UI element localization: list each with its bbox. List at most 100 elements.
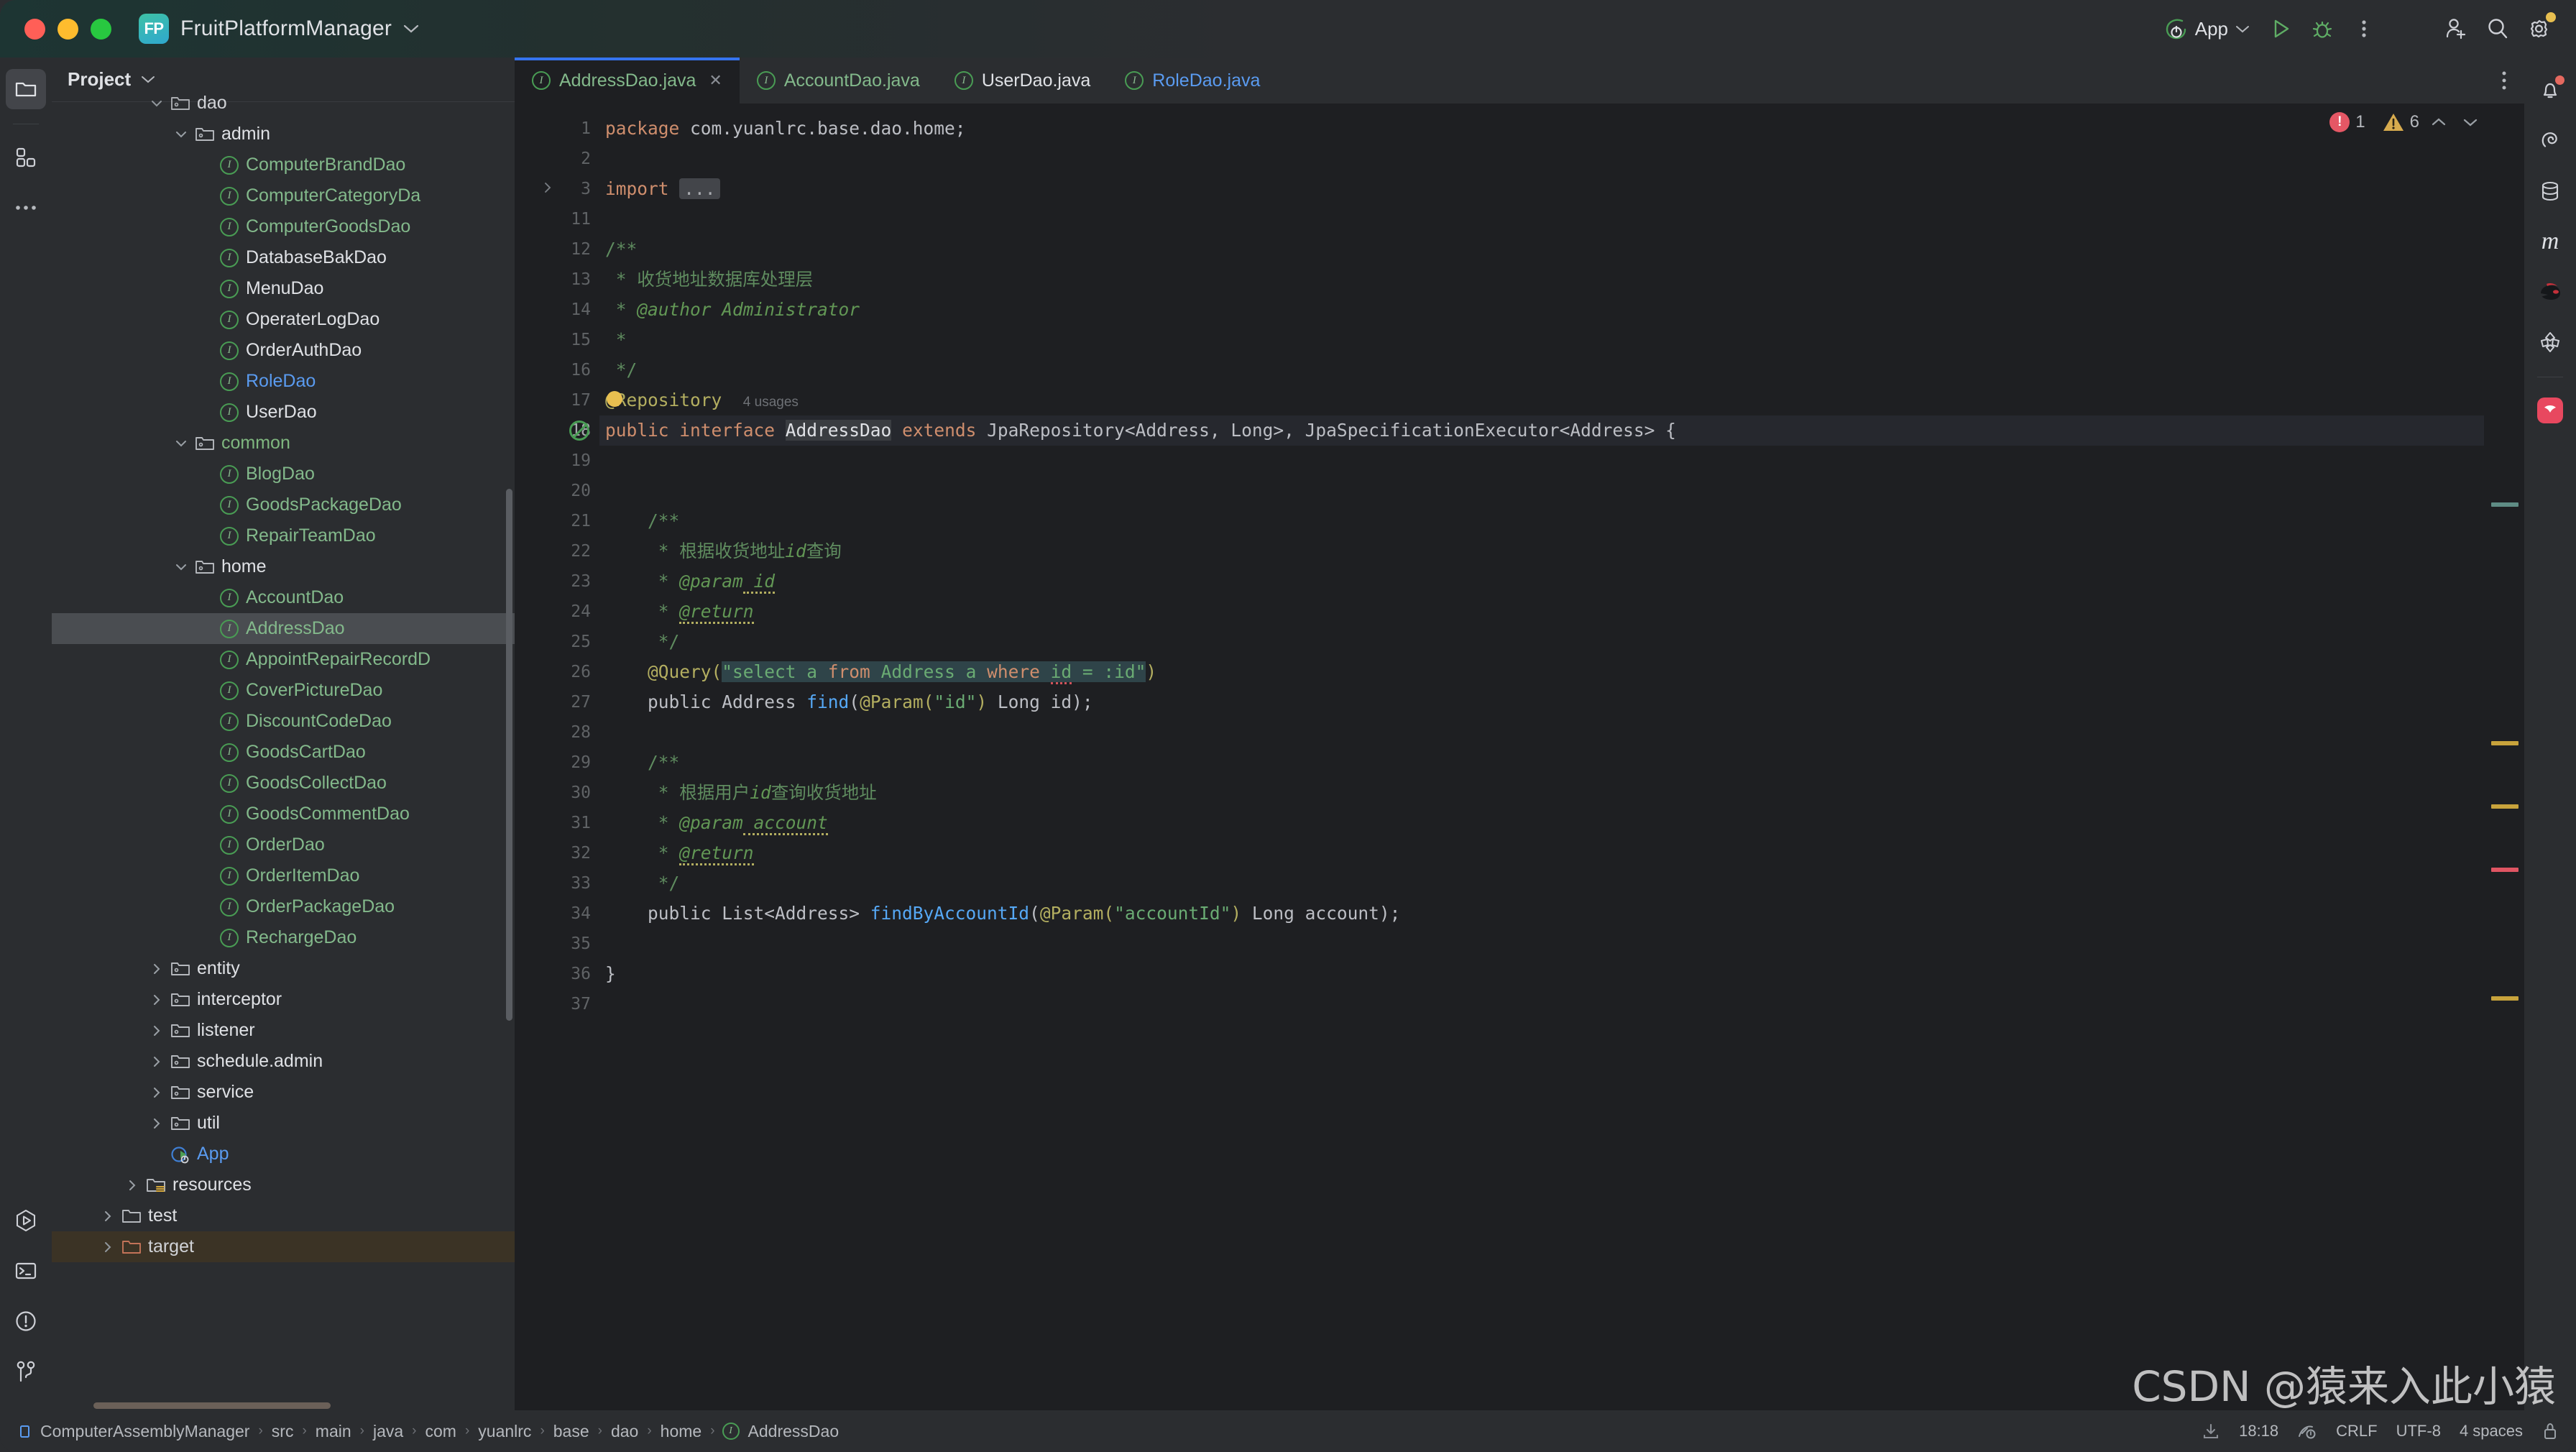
intention-bulb-icon[interactable] (607, 391, 622, 407)
line-number[interactable]: 23 (515, 566, 599, 597)
code-line[interactable] (599, 446, 2484, 476)
code-line[interactable]: * 根据收货地址id查询 (599, 536, 2484, 566)
tree-item-orderauthdao[interactable]: I OrderAuthDao (52, 335, 515, 366)
search-icon[interactable] (2477, 8, 2518, 50)
warning-badge[interactable]: 6 (2383, 112, 2419, 132)
tree-item-discountcodedao[interactable]: I DiscountCodeDao (52, 706, 515, 737)
close-window-button[interactable] (24, 18, 45, 40)
sidebar-item-version-control[interactable] (6, 1351, 46, 1392)
tree-item-target[interactable]: target (52, 1231, 515, 1262)
error-badge[interactable]: ! 1 (2329, 112, 2365, 132)
code-line[interactable]: public List<Address> findByAccountId(@Pa… (599, 899, 2484, 929)
project-tree[interactable]: dao admin I ComputerBrandDao I ComputerCatego… (52, 86, 515, 1410)
line-number[interactable]: 25 (515, 627, 599, 657)
code-line[interactable]: package com.yuanlrc.base.dao.home; (599, 114, 2484, 144)
code-line[interactable]: */ (599, 627, 2484, 657)
chevron-up-icon[interactable] (2426, 117, 2451, 127)
line-number[interactable]: 24 (515, 597, 599, 627)
tab-actions[interactable] (2501, 58, 2524, 104)
tree-item-resources[interactable]: resources (52, 1170, 515, 1200)
file-encoding[interactable]: UTF-8 (2396, 1422, 2441, 1440)
code-line[interactable]: */ (599, 868, 2484, 899)
code-line[interactable]: @Query("select a from Address a where id… (599, 657, 2484, 687)
tree-item-goodscollectdao[interactable]: I GoodsCollectDao (52, 768, 515, 799)
tree-item-computergoodsdao[interactable]: I ComputerGoodsDao (52, 211, 515, 242)
inspection-widget[interactable]: ! 1 6 (2329, 112, 2483, 132)
code-content[interactable]: package com.yuanlrc.base.dao.home; impor… (599, 104, 2484, 1410)
breadcrumb-item[interactable]: com (423, 1422, 459, 1441)
code-line[interactable] (599, 717, 2484, 748)
code-line[interactable]: public interface AddressDao extends JpaR… (599, 415, 2484, 446)
sidebar-item-problems[interactable] (6, 1301, 46, 1341)
code-line[interactable]: /** (599, 506, 2484, 536)
code-line[interactable]: */ (599, 355, 2484, 385)
fold-expand-icon[interactable] (542, 181, 553, 194)
tree-item-menudao[interactable]: I MenuDao (52, 273, 515, 304)
line-number[interactable]: 15 (515, 325, 599, 355)
code-line[interactable] (599, 144, 2484, 174)
tree-item-orderpackagedao[interactable]: I OrderPackageDao (52, 891, 515, 922)
tree-item-computercategoryda[interactable]: I ComputerCategoryDa (52, 180, 515, 211)
breadcrumb-item[interactable]: ComputerAssemblyManager (37, 1422, 252, 1441)
chevron-down-icon[interactable] (141, 75, 155, 84)
tree-item-repairteamdao[interactable]: I RepairTeamDao (52, 520, 515, 551)
tree-item-interceptor[interactable]: interceptor (52, 984, 515, 1015)
tree-item-appointrepairrecordd[interactable]: I AppointRepairRecordD (52, 644, 515, 675)
breadcrumb[interactable]: ComputerAssemblyManager › src › main › java › co… (17, 1422, 842, 1441)
chevron-down-icon[interactable] (403, 24, 419, 34)
code-line[interactable]: * (599, 325, 2484, 355)
breadcrumb-item[interactable]: java (370, 1422, 406, 1441)
line-number[interactable]: 1 (515, 114, 599, 144)
tree-item-orderdao[interactable]: I OrderDao (52, 830, 515, 860)
run-button[interactable] (2260, 8, 2301, 50)
line-number[interactable]: 13 (515, 265, 599, 295)
tree-item-test[interactable]: test (52, 1200, 515, 1231)
breadcrumb-item[interactable]: home (658, 1422, 705, 1441)
editor-tab-accountdao[interactable]: I AccountDao.java (740, 58, 937, 104)
line-number[interactable]: 37 (515, 989, 599, 1019)
indent-setting[interactable]: 4 spaces (2460, 1422, 2523, 1440)
editor-tab-userdao[interactable]: I UserDao.java (937, 58, 1108, 104)
chevron-right-icon[interactable] (150, 993, 168, 1007)
line-number[interactable]: 3 (515, 174, 599, 204)
code-line[interactable]: public Address find(@Param("id") Long id… (599, 687, 2484, 717)
line-number[interactable]: 33 (515, 868, 599, 899)
window-controls[interactable] (24, 18, 111, 40)
tree-item-listener[interactable]: listener (52, 1015, 515, 1046)
line-number[interactable]: 11 (515, 204, 599, 234)
tree-item-goodscommentdao[interactable]: I GoodsCommentDao (52, 799, 515, 830)
ai-assistant-icon[interactable] (2530, 390, 2570, 431)
add-user-button[interactable] (2435, 8, 2477, 50)
tree-item-entity[interactable]: entity (52, 953, 515, 984)
minimize-window-button[interactable] (58, 18, 78, 40)
line-number[interactable]: 2 (515, 144, 599, 174)
tree-item-dao[interactable]: dao (52, 88, 515, 119)
line-separator[interactable]: CRLF (2336, 1422, 2377, 1440)
sidebar-item-more[interactable] (6, 188, 46, 228)
clock-time[interactable]: 18:18 (2239, 1422, 2278, 1440)
line-number[interactable]: 22 (515, 536, 599, 566)
tree-item-home[interactable]: home (52, 551, 515, 582)
code-line[interactable]: * @param account (599, 808, 2484, 838)
line-number[interactable]: 12 (515, 234, 599, 265)
project-tree-vscrollbar[interactable] (506, 489, 512, 1021)
inspection-eye-icon[interactable] (2297, 1422, 2317, 1440)
gear-icon[interactable] (2518, 8, 2560, 50)
line-number[interactable]: 35 (515, 929, 599, 959)
tree-item-util[interactable]: util (52, 1108, 515, 1139)
code-line[interactable]: * 根据用户id查询收货地址 (599, 778, 2484, 808)
breadcrumb-item[interactable]: main (313, 1422, 354, 1441)
chevron-right-icon[interactable] (150, 1085, 168, 1100)
database-icon[interactable] (2530, 171, 2570, 211)
chevron-right-icon[interactable] (150, 962, 168, 976)
code-line[interactable]: * @return (599, 838, 2484, 868)
sidebar-item-structure[interactable] (6, 137, 46, 178)
tree-item-admin[interactable]: admin (52, 119, 515, 150)
line-number[interactable]: 30 (515, 778, 599, 808)
tree-item-databasebakdao[interactable]: I DatabaseBakDao (52, 242, 515, 273)
code-line[interactable] (599, 989, 2484, 1019)
tree-item-common[interactable]: common (52, 428, 515, 459)
line-number[interactable]: 21 (515, 506, 599, 536)
chevron-down-icon[interactable] (174, 436, 193, 451)
line-number[interactable]: 26 (515, 657, 599, 687)
